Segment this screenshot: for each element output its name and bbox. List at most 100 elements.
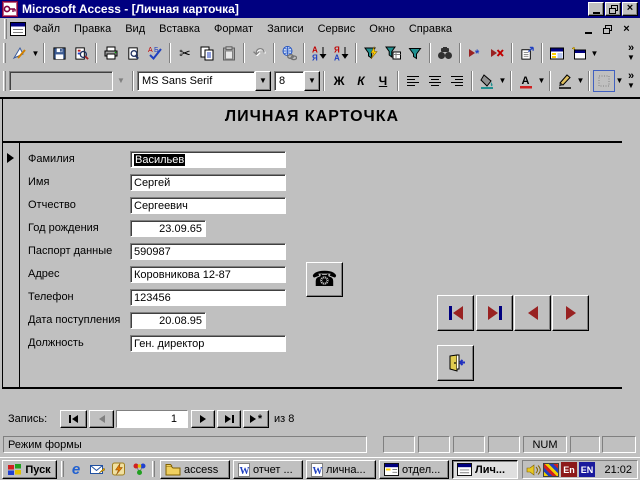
keyboard-layout-icon[interactable] — [543, 463, 559, 477]
more-buttons-chevron[interactable]: »▼ — [625, 72, 639, 90]
paste-button[interactable] — [218, 42, 240, 64]
taskbar-grip[interactable] — [152, 461, 155, 477]
align-right-button[interactable] — [446, 70, 468, 92]
sort-descending-button[interactable]: ЯА — [330, 42, 352, 64]
current-record-input[interactable]: 1 — [116, 410, 188, 428]
view-dropdown-icon[interactable]: ▼ — [31, 49, 40, 58]
rn-new-record-button[interactable]: * — [243, 410, 269, 428]
child-close-button[interactable]: × — [619, 23, 634, 36]
cut-button[interactable]: ✂ — [174, 42, 196, 64]
font-color-dropdown-icon[interactable]: ▼ — [537, 76, 546, 85]
menu-grip[interactable] — [4, 19, 7, 39]
new-object-button[interactable] — [568, 42, 590, 64]
font-size-dropdown-icon[interactable]: ▼ — [304, 71, 320, 91]
find-button[interactable] — [434, 42, 456, 64]
undo-button[interactable]: ↶ — [248, 42, 270, 64]
object-combo[interactable]: ▼ — [9, 71, 129, 91]
filter-by-form-button[interactable] — [382, 42, 404, 64]
task-access-card-active[interactable]: Лич... — [452, 460, 518, 479]
copy-button[interactable] — [196, 42, 218, 64]
rn-last-button[interactable] — [217, 410, 241, 428]
filter-by-selection-button[interactable] — [360, 42, 382, 64]
more-buttons-chevron[interactable]: »▼ — [625, 44, 639, 62]
toolbar-grip[interactable] — [3, 43, 6, 63]
sort-ascending-button[interactable]: АЯ — [308, 42, 330, 64]
special-effect-dropdown-icon[interactable]: ▼ — [615, 76, 624, 85]
field-input-passport[interactable]: 590987 — [130, 243, 286, 260]
next-record-button[interactable] — [552, 295, 589, 331]
font-color-button[interactable]: А — [515, 70, 537, 92]
menu-view[interactable]: Вид — [118, 21, 152, 37]
taskbar-grip[interactable] — [61, 461, 64, 477]
line-color-dropdown-icon[interactable]: ▼ — [576, 76, 585, 85]
align-center-button[interactable] — [424, 70, 446, 92]
record-selector-arrow[interactable] — [7, 153, 14, 163]
database-window-button[interactable] — [546, 42, 568, 64]
quicklaunch-winamp-button[interactable] — [109, 461, 127, 477]
font-combo-dropdown-icon[interactable]: ▼ — [255, 71, 271, 91]
field-input-firstname[interactable]: Сергей — [130, 174, 286, 191]
menu-edit[interactable]: Правка — [67, 21, 118, 37]
child-restore-button[interactable] — [600, 23, 615, 36]
apply-filter-button[interactable] — [404, 42, 426, 64]
dial-phone-button[interactable]: ☎ — [306, 262, 343, 297]
menu-insert[interactable]: Вставка — [152, 21, 207, 37]
quicklaunch-channels-button[interactable] — [130, 461, 148, 477]
menu-window[interactable]: Окно — [362, 21, 402, 37]
start-button[interactable]: Пуск — [2, 460, 57, 479]
menu-help[interactable]: Справка — [402, 21, 459, 37]
fill-color-dropdown-icon[interactable]: ▼ — [498, 76, 507, 85]
restore-button[interactable] — [605, 2, 621, 16]
task-access-department[interactable]: отдел... — [379, 460, 449, 479]
access-app-icon[interactable] — [2, 1, 18, 17]
special-effect-button[interactable] — [593, 70, 615, 92]
toolbar-grip[interactable] — [3, 71, 6, 91]
save-button[interactable] — [48, 42, 70, 64]
print-preview-button[interactable] — [122, 42, 144, 64]
align-left-button[interactable] — [402, 70, 424, 92]
menu-records[interactable]: Записи — [260, 21, 311, 37]
task-word-personal[interactable]: W лична... — [306, 460, 376, 479]
first-record-button[interactable] — [437, 295, 474, 331]
menu-file[interactable]: Файл — [26, 21, 67, 37]
object-combo-dropdown-icon[interactable]: ▼ — [113, 71, 129, 91]
print-button[interactable] — [100, 42, 122, 64]
field-input-hiredate[interactable]: 20.08.95 — [130, 312, 206, 329]
task-word-report[interactable]: W отчет ... — [233, 460, 303, 479]
field-input-patronymic[interactable]: Сергеевич — [130, 197, 286, 214]
delete-record-button[interactable] — [486, 42, 508, 64]
task-access-folder[interactable]: access — [160, 460, 230, 479]
rn-previous-button[interactable] — [89, 410, 114, 428]
field-input-birthdate[interactable]: 23.09.65 — [130, 220, 206, 237]
properties-button[interactable] — [516, 42, 538, 64]
form-system-icon[interactable] — [10, 22, 26, 36]
insert-hyperlink-button[interactable] — [278, 42, 300, 64]
field-input-surname[interactable]: Васильев — [130, 151, 286, 168]
new-record-button[interactable]: * — [464, 42, 486, 64]
child-minimize-button[interactable] — [581, 23, 596, 36]
fill-color-button[interactable] — [476, 70, 498, 92]
field-input-address[interactable]: Коровникова 12-87 — [130, 266, 286, 283]
rn-next-button[interactable] — [191, 410, 215, 428]
new-object-dropdown-icon[interactable]: ▼ — [590, 49, 599, 58]
view-button[interactable] — [9, 42, 31, 64]
font-size-combo[interactable]: 8 ▼ — [274, 71, 320, 91]
line-color-button[interactable] — [554, 70, 576, 92]
last-record-button[interactable] — [476, 295, 513, 331]
quicklaunch-mail-button[interactable] — [88, 461, 106, 477]
rn-first-button[interactable] — [60, 410, 87, 428]
volume-icon[interactable] — [526, 463, 541, 477]
field-input-position[interactable]: Ген. директор — [130, 335, 286, 352]
minimize-button[interactable] — [588, 2, 604, 16]
find-file-button[interactable] — [70, 42, 92, 64]
previous-record-button[interactable] — [514, 295, 551, 331]
exit-form-button[interactable] — [437, 345, 474, 381]
language-indicator-1[interactable]: En — [561, 462, 577, 477]
close-button[interactable]: × — [622, 2, 638, 16]
quicklaunch-ie-button[interactable]: e — [67, 461, 85, 477]
italic-button[interactable]: К — [350, 70, 372, 92]
menu-format[interactable]: Формат — [207, 21, 260, 37]
language-indicator-2[interactable]: EN — [579, 462, 595, 477]
menu-tools[interactable]: Сервис — [311, 21, 363, 37]
underline-button[interactable]: Ч — [372, 70, 394, 92]
